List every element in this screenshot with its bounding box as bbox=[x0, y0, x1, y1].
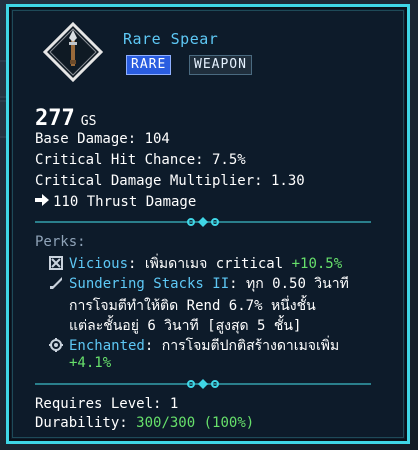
rarity-badge: RARE bbox=[126, 55, 172, 75]
gear-score: 277 GS bbox=[35, 106, 96, 131]
requires-level: Requires Level: 1 bbox=[35, 396, 179, 412]
perk-name: Sundering Stacks II bbox=[69, 276, 230, 292]
durability-label: Durability: bbox=[35, 415, 137, 431]
stat-crit-multiplier: Critical Damage Multiplier: 1.30 bbox=[35, 173, 305, 189]
perk-enchanted: Enchanted: การโจมตีปกติสร้างดาเมจเพิ่ม bbox=[49, 335, 339, 357]
ornament-divider-icon bbox=[35, 376, 371, 390]
stat-thrust: 110 Thrust Damage bbox=[35, 194, 196, 210]
vicious-icon bbox=[49, 256, 63, 270]
durability: Durability: 300/300 (100%) bbox=[35, 415, 254, 431]
thrust-label: 110 Thrust Damage bbox=[53, 194, 197, 210]
ornament-divider-icon bbox=[35, 214, 371, 228]
stat-base-damage: Base Damage: 104 bbox=[35, 131, 170, 147]
gear-score-unit: GS bbox=[80, 114, 97, 129]
perk-vicious: Vicious: เพิ่มดาเมจ critical +10.5% bbox=[49, 253, 342, 275]
type-badge: WEAPON bbox=[189, 55, 252, 75]
sundering-icon bbox=[49, 276, 63, 290]
durability-value: 300/300 bbox=[136, 415, 196, 431]
perk-name: Vicious bbox=[69, 256, 129, 272]
perk-continuation: การโจมตีทำให้ติด Rend 6.7% หนึ่งชั้น bbox=[69, 298, 316, 314]
perk-pct: +10.5% bbox=[291, 256, 343, 272]
perks-heading: Perks: bbox=[35, 234, 86, 250]
gear-score-value: 277 bbox=[35, 106, 75, 131]
enchanted-icon bbox=[49, 338, 63, 352]
durability-space bbox=[195, 415, 203, 431]
perk-sep: : bbox=[229, 276, 238, 292]
durability-percent: (100%) bbox=[203, 415, 255, 431]
perk-text: การโจมตีปกติสร้างดาเมจเพิ่ม bbox=[153, 338, 340, 354]
perk-continuation: แต่ละชั้นอยู่ 6 วินาที [สูงสุด 5 ชั้น] bbox=[69, 318, 302, 334]
perk-name: Enchanted bbox=[69, 338, 145, 354]
arrow-right-icon bbox=[35, 194, 49, 210]
stat-crit-chance: Critical Hit Chance: 7.5% bbox=[35, 152, 246, 168]
spear-icon bbox=[42, 21, 104, 83]
item-tooltip: Rare Spear RARE WEAPON 277 GS Base Damage… bbox=[6, 4, 410, 444]
perk-text: ทุก 0.50 วินาที bbox=[237, 276, 349, 292]
perk-text: เพิ่มดาเมจ critical bbox=[136, 256, 292, 272]
item-title: Rare Spear bbox=[123, 30, 219, 48]
perk-continuation: +4.1% bbox=[69, 355, 112, 371]
perk-sundering: Sundering Stacks II: ทุก 0.50 วินาที bbox=[49, 273, 349, 295]
